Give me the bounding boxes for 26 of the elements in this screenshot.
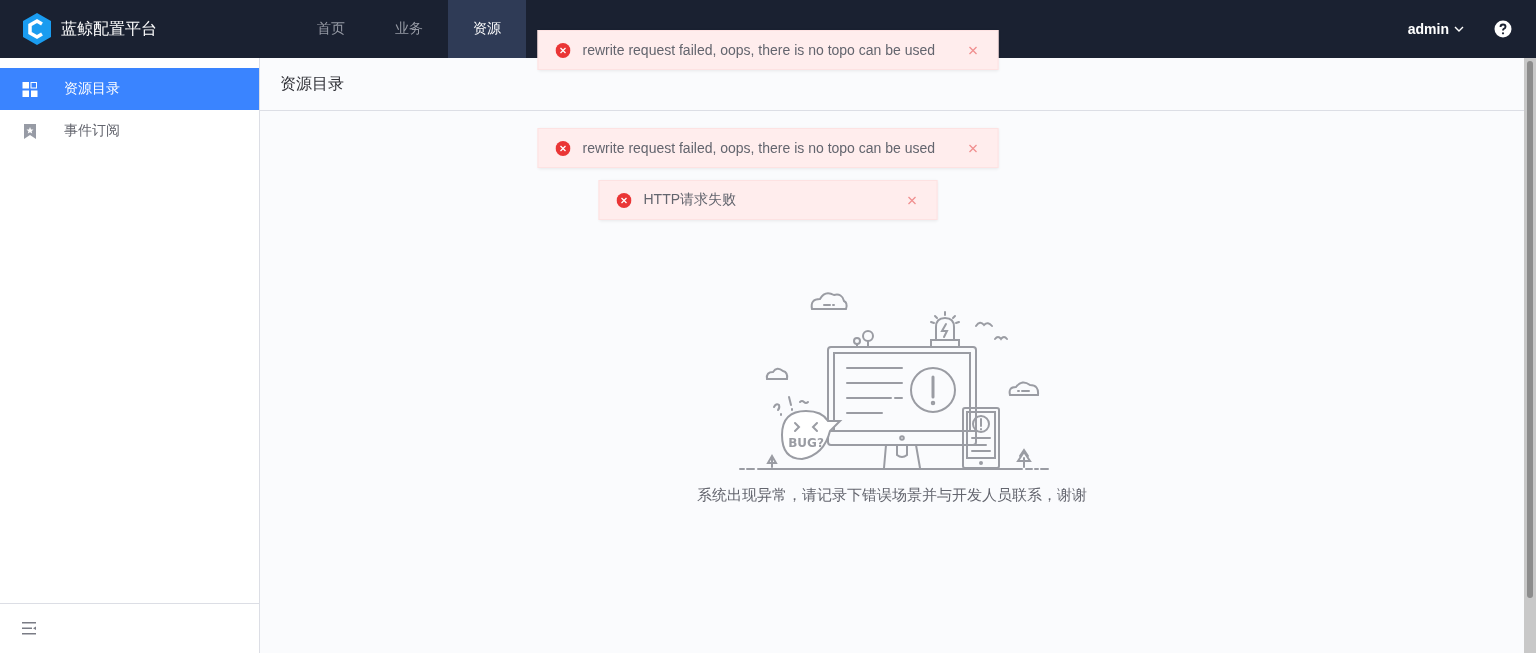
scrollbar[interactable]	[1524, 58, 1536, 653]
toast-message: rewrite request failed, oops, there is no topo can be used	[582, 42, 936, 58]
nav-tab[interactable]: 资源	[448, 0, 526, 58]
close-icon[interactable]	[968, 143, 978, 153]
nav-tab[interactable]: 首页	[292, 0, 370, 58]
sidebar-item[interactable]: 事件订阅	[0, 110, 259, 152]
page-title: 资源目录	[280, 73, 344, 95]
close-icon[interactable]	[907, 195, 917, 205]
chevron-down-icon	[1454, 26, 1464, 32]
toast-message: HTTP请求失败	[643, 191, 737, 209]
bookmark-star-icon	[22, 123, 38, 139]
app-title: 蓝鲸配置平台	[61, 18, 157, 40]
error-message: 系统出现异常，请记录下错误场景并与开发人员联系，谢谢	[697, 486, 1087, 505]
grid-icon	[22, 81, 38, 97]
toast-message: rewrite request failed, oops, there is no topo can be used	[582, 140, 936, 156]
bug-label: BUG?	[788, 436, 824, 450]
sidebar-item[interactable]: 资源目录	[0, 68, 259, 110]
error-icon	[555, 140, 571, 156]
logo-icon	[22, 12, 52, 46]
nav-tab[interactable]: 业务	[370, 0, 448, 58]
close-icon[interactable]	[968, 45, 978, 55]
help-icon[interactable]	[1494, 20, 1512, 38]
collapse-icon[interactable]	[22, 622, 37, 635]
error-icon	[555, 42, 571, 58]
error-icon	[616, 192, 632, 208]
user-menu[interactable]: admin	[1407, 21, 1464, 37]
